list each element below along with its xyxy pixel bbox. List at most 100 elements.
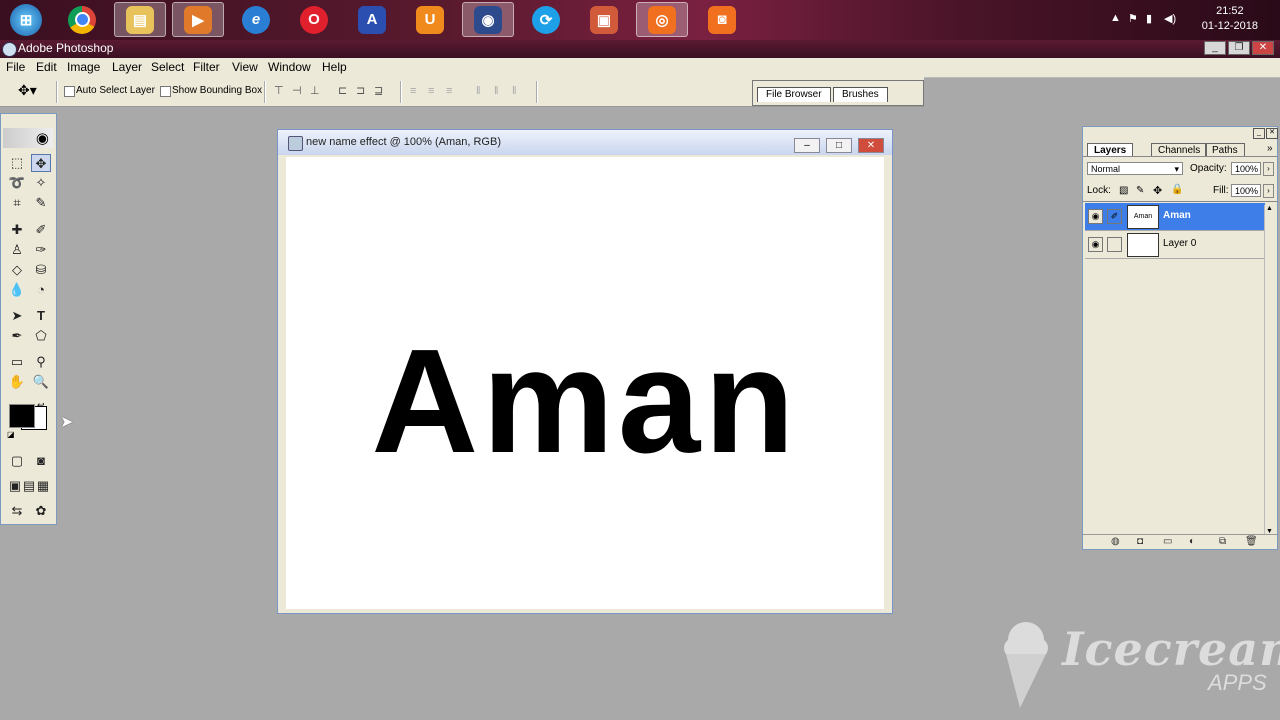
default-colors-icon[interactable]: ◪ (7, 430, 15, 439)
taskbar-photoshop[interactable]: ◉ (462, 2, 514, 37)
align-top-icon[interactable]: ⊤ (274, 85, 288, 97)
lasso-tool-icon[interactable]: ➰ (7, 174, 27, 192)
magic-wand-tool-icon[interactable]: ✧ (31, 174, 51, 192)
toolbox-header[interactable]: ◉ (3, 128, 53, 148)
taskbar-media-player[interactable]: ▶ (172, 2, 224, 37)
tab-paths[interactable]: Paths (1205, 143, 1245, 157)
taskbar-uc-browser[interactable]: U (404, 2, 456, 37)
clone-stamp-tool-icon[interactable]: ♙ (7, 241, 27, 259)
menu-image[interactable]: Image (67, 60, 100, 74)
taskbar-sync[interactable]: ⟳ (520, 2, 572, 37)
taskbar-opera[interactable]: O (288, 2, 340, 37)
pen-tool-icon[interactable]: ✒ (7, 327, 27, 345)
palette-menu-icon[interactable]: » (1267, 143, 1273, 154)
taskbar-screen-recorder[interactable]: ◎ (636, 2, 688, 37)
document-maximize-button[interactable]: □ (826, 138, 852, 153)
visibility-eye-icon[interactable]: ◉ (1088, 237, 1103, 252)
auto-select-layer-checkbox[interactable] (64, 86, 75, 97)
app-minimize-button[interactable]: _ (1204, 41, 1226, 55)
eyedropper-tool-icon[interactable]: ⚲ (31, 353, 51, 371)
imageready-icon[interactable]: ✿ (31, 502, 51, 520)
move-tool-preset-icon[interactable]: ✥▾ (18, 82, 37, 99)
menu-layer[interactable]: Layer (112, 60, 142, 74)
new-adjustment-layer-icon[interactable]: ◐ (1189, 536, 1195, 547)
palette-close-button[interactable]: ✕ (1266, 128, 1278, 139)
history-brush-tool-icon[interactable]: ✑ (31, 241, 51, 259)
slice-tool-icon[interactable]: ✎ (31, 194, 51, 212)
eraser-tool-icon[interactable]: ◇ (7, 261, 27, 279)
tab-file-browser[interactable]: File Browser (757, 87, 831, 102)
layer-row-layer-0[interactable]: ◉ Layer 0 (1085, 231, 1265, 259)
volume-icon[interactable]: ◀) (1164, 12, 1176, 25)
flag-icon[interactable]: ⚑ (1128, 12, 1138, 25)
visibility-eye-icon[interactable]: ◉ (1088, 209, 1103, 224)
path-selection-tool-icon[interactable]: ➤ (7, 307, 27, 325)
foreground-color-swatch[interactable] (9, 404, 35, 428)
new-layer-set-icon[interactable]: ▭ (1163, 536, 1172, 547)
align-right-icon[interactable]: ⊒ (374, 85, 388, 97)
app-restore-button[interactable]: ❐ (1228, 41, 1250, 55)
brush-tool-icon[interactable]: ✐ (31, 221, 51, 239)
lock-pixels-icon[interactable]: ✎ (1136, 185, 1144, 196)
menu-select[interactable]: Select (151, 60, 184, 74)
document-canvas[interactable]: Aman (286, 157, 884, 609)
taskbar-chrome[interactable] (56, 2, 108, 37)
lock-all-icon[interactable]: 🔒 (1171, 184, 1183, 195)
menu-help[interactable]: Help (322, 60, 347, 74)
fill-slider-button[interactable]: › (1263, 184, 1274, 198)
app-close-button[interactable]: ✕ (1252, 41, 1274, 55)
document-minimize-button[interactable]: – (794, 138, 820, 153)
taskbar-presentation[interactable]: ▣ (578, 2, 630, 37)
tab-layers[interactable]: Layers (1087, 143, 1134, 157)
layers-scrollbar[interactable]: ▲ ▼ (1264, 205, 1275, 535)
align-horizontal-center-icon[interactable]: ⊐ (356, 85, 370, 97)
tab-brushes[interactable]: Brushes (833, 87, 888, 102)
trash-icon[interactable]: 🗑 (1245, 536, 1258, 547)
document-close-button[interactable]: ✕ (858, 138, 884, 153)
menu-view[interactable]: View (232, 60, 258, 74)
menu-window[interactable]: Window (268, 60, 311, 74)
fill-field[interactable]: 100% (1231, 184, 1261, 197)
taskbar-internet-explorer[interactable]: e (230, 2, 282, 37)
add-layer-mask-icon[interactable]: ◘ (1137, 536, 1143, 547)
menu-filter[interactable]: Filter (193, 60, 220, 74)
align-bottom-icon[interactable]: ⊥ (310, 85, 324, 97)
healing-brush-tool-icon[interactable]: ✚ (7, 221, 27, 239)
custom-shape-tool-icon[interactable]: ⬠ (31, 327, 51, 345)
dodge-tool-icon[interactable]: ◔ (31, 281, 51, 299)
tab-channels[interactable]: Channels (1151, 143, 1208, 157)
show-hidden-icons-icon[interactable]: ▲ (1110, 12, 1121, 24)
clock[interactable]: 21:52 01-12-2018 (1202, 4, 1258, 34)
layer-link-box[interactable] (1107, 237, 1122, 252)
type-tool-icon[interactable]: T (31, 307, 51, 325)
notes-tool-icon[interactable]: ▭ (7, 353, 27, 371)
opacity-field[interactable]: 100% (1231, 162, 1261, 175)
document-titlebar[interactable]: new name effect @ 100% (Aman, RGB) – □ ✕ (278, 130, 892, 155)
lock-transparency-icon[interactable]: ▧ (1119, 185, 1128, 196)
layer-row-aman[interactable]: ◉ ✐ Aman Aman (1085, 203, 1265, 231)
show-bounding-box-checkbox[interactable] (160, 86, 171, 97)
menu-file[interactable]: File (6, 60, 25, 74)
blend-mode-select[interactable]: Normal ▾ (1087, 162, 1183, 175)
taskbar-camera[interactable]: ◙ (696, 2, 748, 37)
menu-edit[interactable]: Edit (36, 60, 57, 74)
crop-tool-icon[interactable]: ⌗ (7, 194, 27, 212)
taskbar-app-a[interactable]: A (346, 2, 398, 37)
network-icon[interactable]: ▮ (1146, 12, 1152, 25)
lock-position-icon[interactable]: ✥ (1153, 184, 1162, 197)
new-layer-icon[interactable]: ⧉ (1219, 536, 1226, 547)
hand-tool-icon[interactable]: ✋ (7, 373, 27, 391)
paint-bucket-tool-icon[interactable]: ⛁ (31, 261, 51, 279)
standard-mode-icon[interactable]: ▢ (7, 452, 27, 470)
marquee-tool-icon[interactable]: ⬚ (7, 154, 27, 172)
blur-tool-icon[interactable]: 💧 (7, 281, 27, 299)
jump-to-imageready-icon[interactable]: ⇆ (7, 502, 27, 520)
start-button[interactable]: ⊞ (0, 2, 52, 37)
swap-colors-icon[interactable]: ↩ (37, 400, 45, 411)
opacity-slider-button[interactable]: › (1263, 162, 1274, 176)
align-vertical-center-icon[interactable]: ⊣ (292, 85, 306, 97)
full-screen-mode-icon[interactable]: ▦ (33, 477, 53, 495)
quick-mask-mode-icon[interactable]: ◙ (31, 452, 51, 470)
zoom-tool-icon[interactable]: 🔍 (31, 373, 51, 391)
layer-brush-icon[interactable]: ✐ (1107, 209, 1122, 224)
